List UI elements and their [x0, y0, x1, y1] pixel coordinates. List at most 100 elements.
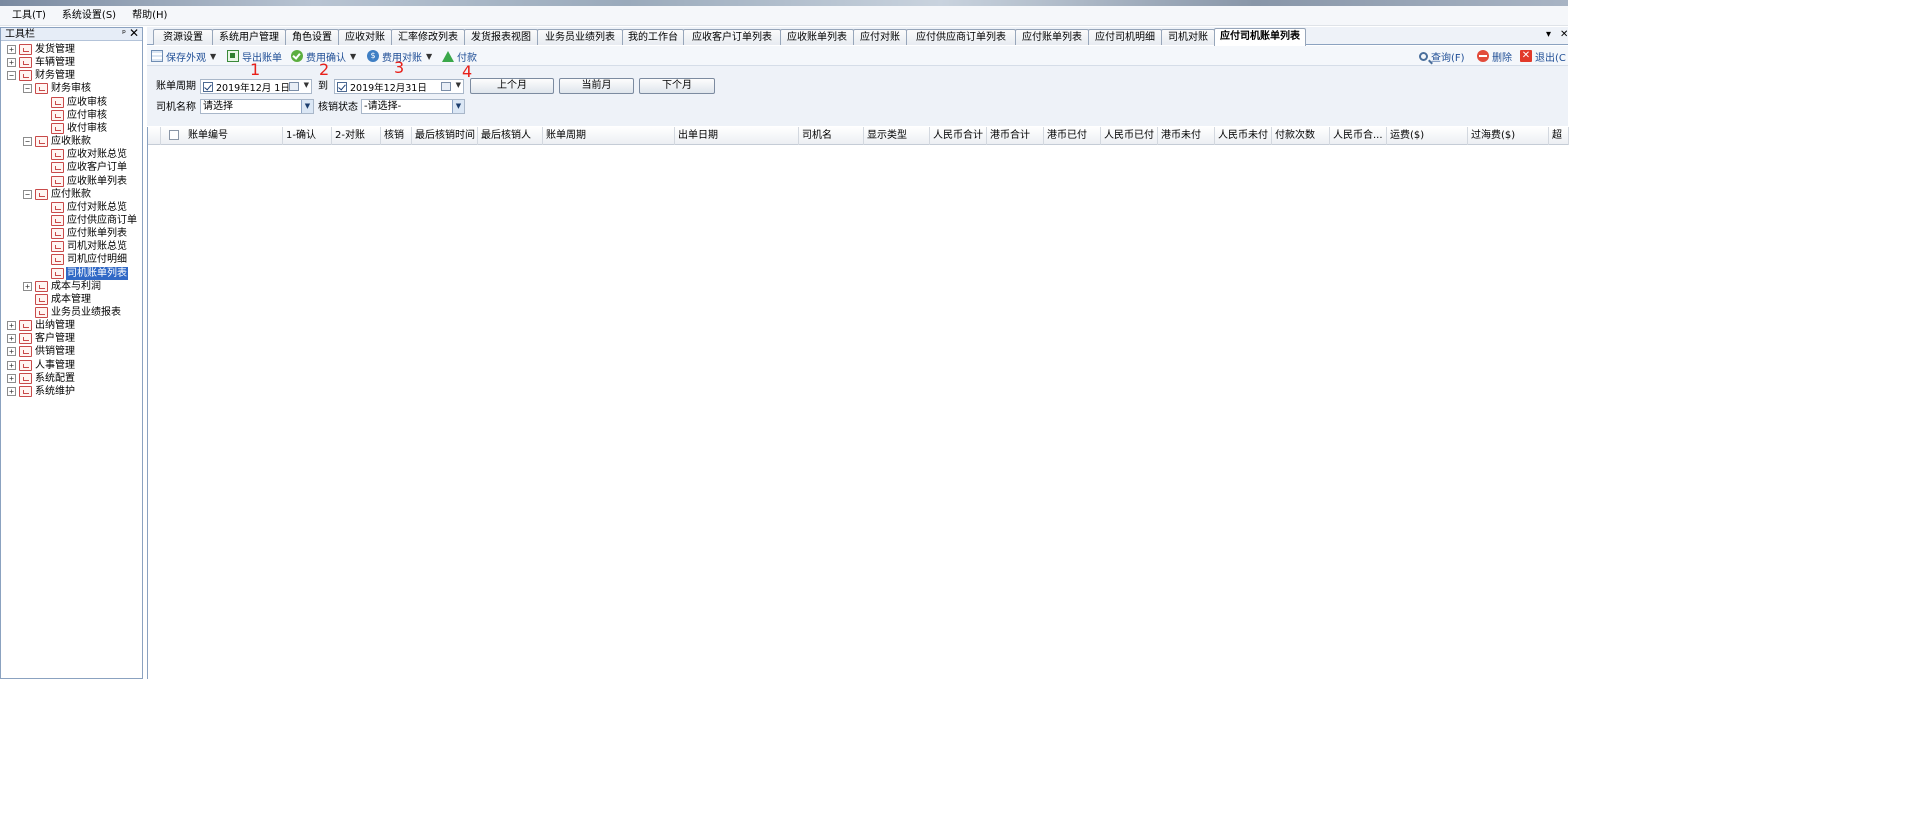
column-header[interactable]: 港币合计 — [987, 127, 1044, 145]
chevron-down-icon[interactable]: ▼ — [210, 52, 216, 61]
tab-8[interactable]: 应收客户订单列表 — [683, 29, 781, 45]
expand-icon[interactable]: + — [7, 386, 16, 396]
driver-select[interactable]: 请选择 ▼ — [200, 99, 314, 114]
column-header[interactable]: 显示类型 — [864, 127, 930, 145]
column-header[interactable]: 1-确认 — [283, 127, 332, 145]
date-from-picker[interactable]: 2019年12月 1日 ▼ — [200, 79, 312, 94]
column-header[interactable]: 港币已付 — [1044, 127, 1101, 145]
expand-icon[interactable]: + — [7, 321, 16, 331]
tree-node[interactable]: + 客户管理 — [7, 332, 76, 345]
tree-node[interactable]: 应付账单列表 — [51, 227, 128, 240]
expand-icon[interactable]: + — [7, 334, 16, 344]
chevron-down-icon[interactable]: ▼ — [304, 81, 309, 89]
date-to-picker[interactable]: 2019年12月31日 ▼ — [334, 79, 464, 94]
tab-13[interactable]: 应付司机明细 — [1088, 29, 1162, 45]
tree-node[interactable]: − 应付账款 — [23, 188, 92, 201]
collapse-icon[interactable]: − — [23, 84, 32, 94]
menu-help[interactable]: 帮助(H) — [124, 6, 175, 26]
column-header[interactable]: 最后核销时间 — [412, 127, 478, 145]
current-month-button[interactable]: 当前月 — [559, 78, 634, 94]
tree-node[interactable]: 应付审核 — [51, 109, 108, 122]
column-header[interactable]: 人民币合... — [1330, 127, 1387, 145]
tree-node[interactable]: + 成本与利润 — [23, 280, 102, 293]
tree-node[interactable]: 应付供应商订单 — [51, 214, 138, 227]
tab-list-dropdown-icon[interactable]: ▾ — [1546, 29, 1551, 40]
tree-node[interactable]: 司机对账总览 — [51, 240, 128, 253]
expand-icon[interactable]: + — [7, 360, 16, 370]
column-header[interactable]: 2-对账 — [332, 127, 381, 145]
date-to-checkbox[interactable] — [337, 81, 347, 92]
tree-node[interactable]: + 系统配置 — [7, 372, 76, 385]
collapse-icon[interactable]: − — [23, 137, 32, 147]
tab-close-icon[interactable]: ✕ — [1560, 29, 1568, 40]
calendar-icon[interactable] — [289, 82, 299, 91]
query-button[interactable]: 查询(F) — [1419, 49, 1465, 64]
tab-5[interactable]: 发货报表视图 — [464, 29, 538, 45]
tree-node[interactable]: + 供销管理 — [7, 345, 76, 358]
tab-3[interactable]: 应收对账 — [338, 29, 392, 45]
tab-7[interactable]: 我的工作台 — [622, 29, 684, 45]
column-header[interactable]: 付款次数 — [1272, 127, 1330, 145]
tree-node[interactable]: 成本管理 — [35, 293, 92, 306]
delete-button[interactable]: 删除 — [1477, 49, 1512, 64]
menu-tools[interactable]: 工具(T) — [4, 6, 54, 26]
tab-0[interactable]: 资源设置 — [153, 29, 213, 45]
expand-icon[interactable]: + — [7, 347, 16, 357]
tree-node[interactable]: − 财务管理 — [7, 69, 76, 82]
column-header[interactable]: 人民币合计 — [930, 127, 987, 145]
status-select[interactable]: -请选择- ▼ — [361, 99, 465, 114]
column-header[interactable]: 账单编号 — [185, 127, 283, 145]
chevron-down-icon[interactable]: ▼ — [452, 100, 464, 113]
tab-12[interactable]: 应付账单列表 — [1015, 29, 1089, 45]
close-icon[interactable]: ✕ — [129, 27, 139, 40]
tree-node[interactable]: 业务员业绩报表 — [35, 306, 122, 319]
tree-node[interactable]: + 发货管理 — [7, 43, 76, 56]
column-header[interactable]: 账单周期 — [543, 127, 675, 145]
exit-button[interactable]: ✕ 退出(C — [1520, 49, 1566, 64]
tab-10[interactable]: 应付对账 — [853, 29, 907, 45]
expand-icon[interactable]: + — [7, 58, 16, 68]
column-header[interactable]: 核销 — [381, 127, 412, 145]
date-from-checkbox[interactable] — [203, 81, 213, 92]
column-header[interactable]: 出单日期 — [675, 127, 799, 145]
pin-icon[interactable]: ᵖ — [122, 28, 126, 41]
tree-node[interactable]: 应付对账总览 — [51, 201, 128, 214]
tree-node[interactable]: 应收客户订单 — [51, 161, 128, 174]
calendar-icon[interactable] — [441, 82, 451, 91]
tree-node[interactable]: 司机应付明细 — [51, 253, 128, 266]
tab-2[interactable]: 角色设置 — [285, 29, 339, 45]
tree-node[interactable]: + 系统维护 — [7, 385, 76, 398]
tab-6[interactable]: 业务员业绩列表 — [537, 29, 623, 45]
prev-month-button[interactable]: 上个月 — [470, 78, 554, 94]
tab-11[interactable]: 应付供应商订单列表 — [906, 29, 1016, 45]
save-view-button[interactable]: 保存外观 ▼ — [151, 49, 216, 64]
tab-9[interactable]: 应收账单列表 — [780, 29, 854, 45]
expand-icon[interactable]: + — [7, 373, 16, 383]
column-header[interactable]: 司机名 — [799, 127, 864, 145]
select-all-checkbox[interactable] — [169, 130, 179, 140]
tab-15[interactable]: 应付司机账单列表 — [1214, 28, 1306, 46]
tree-node[interactable]: + 人事管理 — [7, 359, 76, 372]
expand-icon[interactable]: + — [7, 45, 16, 54]
pay-button[interactable]: 付款 — [442, 49, 477, 64]
tree-node[interactable]: − 财务审核 — [23, 82, 92, 95]
tab-1[interactable]: 系统用户管理 — [212, 29, 286, 45]
tree-node[interactable]: 收付审核 — [51, 122, 108, 135]
tab-4[interactable]: 汇率修改列表 — [391, 29, 465, 45]
collapse-icon[interactable]: − — [23, 189, 32, 199]
column-header[interactable]: 人民币已付 — [1101, 127, 1158, 145]
column-header[interactable]: 运费($) — [1387, 127, 1468, 145]
column-header[interactable]: 过海费($) — [1468, 127, 1549, 145]
chevron-down-icon[interactable]: ▼ — [301, 100, 313, 113]
tree-node[interactable]: 司机账单列表 — [51, 266, 128, 280]
tree-node[interactable]: + 出纳管理 — [7, 319, 76, 332]
column-header[interactable]: 最后核销人 — [478, 127, 543, 145]
tree-node[interactable]: 应收对账总览 — [51, 148, 128, 161]
tree-node[interactable]: 应收账单列表 — [51, 175, 128, 188]
next-month-button[interactable]: 下个月 — [639, 78, 715, 94]
column-header[interactable]: 港币未付 — [1158, 127, 1215, 145]
column-header[interactable]: 人民币未付 — [1215, 127, 1272, 145]
collapse-icon[interactable]: − — [7, 71, 16, 81]
tree-node[interactable]: + 车辆管理 — [7, 56, 76, 69]
chevron-down-icon[interactable]: ▼ — [426, 52, 432, 61]
